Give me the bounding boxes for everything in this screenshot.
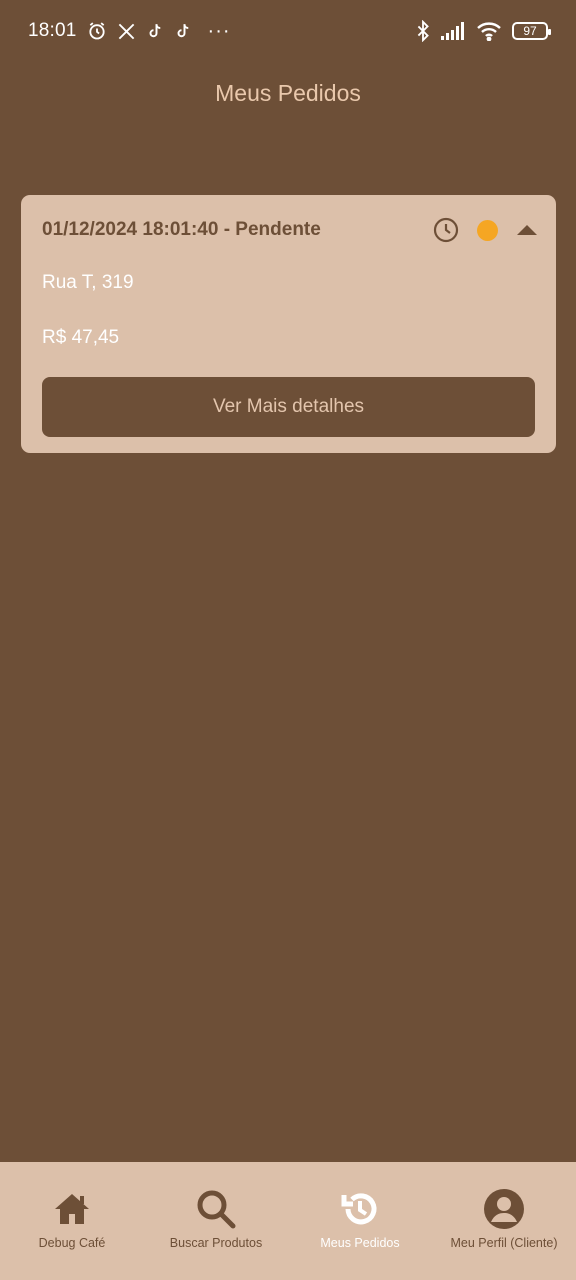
account-icon — [483, 1188, 525, 1230]
nav-label-home: Debug Café — [38, 1236, 106, 1250]
status-time: 18:01 — [28, 20, 77, 41]
nav-label-orders: Meus Pedidos — [320, 1236, 400, 1250]
nav-label-search: Buscar Produtos — [169, 1236, 263, 1250]
status-left: 18:01 ··· — [28, 20, 231, 43]
nav-item-orders[interactable]: Meus Pedidos — [288, 1162, 432, 1280]
order-total: R$ 47,45 — [42, 327, 120, 348]
page-title: Meus Pedidos — [215, 80, 361, 106]
bottom-nav: Debug Café Buscar Produtos Meus Pedidos … — [0, 1162, 576, 1280]
more-notifications-icon: ··· — [207, 19, 231, 42]
chevron-up-icon[interactable] — [516, 223, 538, 237]
details-button[interactable]: Ver Mais detalhes — [42, 377, 535, 437]
nav-item-profile[interactable]: Meu Perfil (Cliente) — [432, 1162, 576, 1280]
status-dot-icon — [477, 219, 498, 241]
signal-icon — [440, 22, 466, 40]
battery-icon: 97 — [512, 22, 551, 40]
wifi-icon — [476, 21, 502, 41]
order-address: Rua T, 319 — [42, 272, 134, 293]
nav-item-home[interactable]: Debug Café — [0, 1162, 144, 1280]
nav-item-search[interactable]: Buscar Produtos — [144, 1162, 288, 1280]
history-icon — [340, 1188, 380, 1230]
status-bar: 18:01 ··· 97 — [0, 0, 576, 62]
nav-label-profile: Meu Perfil (Cliente) — [450, 1236, 558, 1250]
order-header[interactable]: 01/12/2024 18:01:40 - Pendente — [42, 215, 538, 245]
status-right: 97 — [416, 20, 551, 42]
order-title: 01/12/2024 18:01:40 - Pendente — [42, 219, 321, 240]
clock-icon — [433, 217, 459, 243]
battery-level: 97 — [523, 24, 537, 38]
order-icons — [433, 217, 538, 243]
alarm-icon — [87, 21, 107, 41]
bluetooth-icon — [416, 20, 430, 42]
x-app-icon — [117, 22, 136, 41]
order-card: 01/12/2024 18:01:40 - Pendente Rua T, 31… — [21, 195, 556, 453]
tiktok-icon-2 — [174, 21, 192, 41]
search-icon — [196, 1188, 236, 1230]
home-icon — [53, 1188, 91, 1230]
tiktok-icon — [146, 21, 164, 41]
